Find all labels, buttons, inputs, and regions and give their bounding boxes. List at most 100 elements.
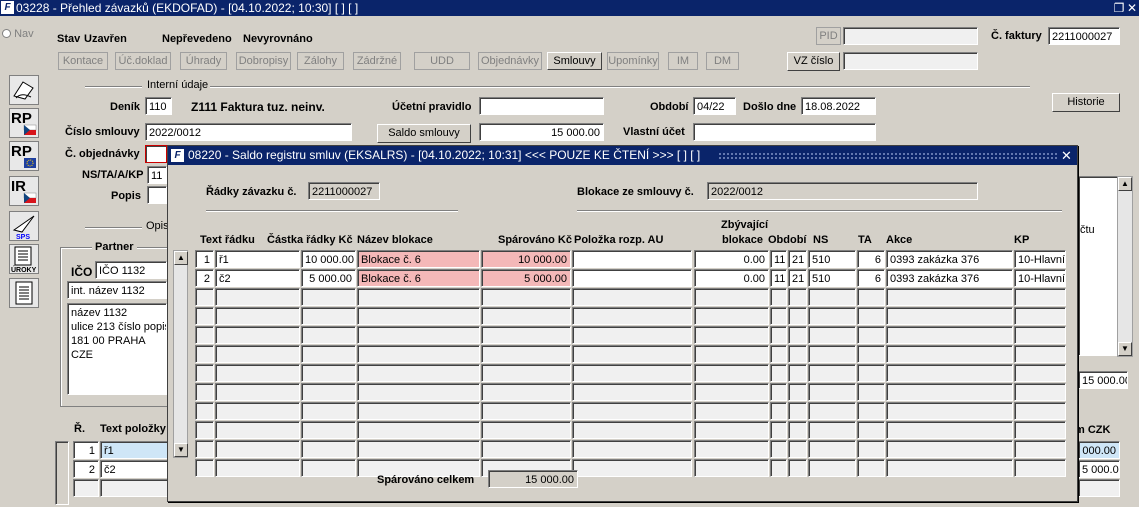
cell-castka[interactable]	[301, 307, 356, 325]
cell-obdobi-year[interactable]	[788, 345, 807, 363]
pid-field[interactable]	[843, 27, 978, 45]
rp-cz-icon[interactable]: RP	[9, 108, 39, 138]
cell-zbyvajici[interactable]	[694, 402, 769, 420]
cell-obdobi-month[interactable]	[770, 402, 787, 420]
cell-zbyvajici[interactable]: 0.00	[694, 269, 769, 287]
cell-ta[interactable]	[857, 364, 885, 382]
cell-obdobi-year[interactable]	[788, 307, 807, 325]
saldo-smlouvy-button[interactable]: Saldo smlouvy	[377, 124, 471, 143]
cell-nazev[interactable]	[357, 307, 480, 325]
cell-nazev[interactable]	[357, 326, 480, 344]
row-number[interactable]	[195, 288, 214, 306]
tab-smlouvy[interactable]: Smlouvy	[547, 52, 602, 70]
cell-text[interactable]: ř1	[215, 250, 300, 268]
cell-polozka[interactable]	[572, 421, 692, 439]
tab-z-lohy[interactable]: Zálohy	[297, 52, 344, 70]
sign-icon[interactable]	[9, 75, 39, 105]
right-amount-field[interactable]: 15 000.00	[1078, 371, 1128, 389]
radky-field[interactable]: 2211000027	[308, 182, 380, 200]
cell-ns[interactable]	[808, 288, 856, 306]
cell-obdobi-month[interactable]	[770, 421, 787, 439]
cell-obdobi-month[interactable]	[770, 326, 787, 344]
cell-kp[interactable]	[1014, 345, 1066, 363]
tab-im[interactable]: IM	[668, 52, 698, 70]
cell-ns[interactable]	[808, 345, 856, 363]
tab--hrady[interactable]: Úhrady	[180, 52, 227, 70]
cell-polozka[interactable]	[572, 326, 692, 344]
cell-castka[interactable]	[301, 345, 356, 363]
scroll-up-icon[interactable]: ▲	[1118, 177, 1132, 191]
cell-text[interactable]	[215, 383, 300, 401]
cell-ns[interactable]	[808, 459, 856, 477]
right-row-amount[interactable]: 000.00	[1078, 441, 1120, 459]
tab-upom-nky[interactable]: Upomínky	[607, 52, 659, 70]
cell-obdobi-year[interactable]	[788, 421, 807, 439]
cell-zbyvajici[interactable]	[694, 459, 769, 477]
cell-sparovano[interactable]	[481, 364, 571, 382]
vlastni-ucet-field[interactable]	[693, 123, 876, 141]
cell-akce[interactable]	[886, 459, 1013, 477]
sps-icon[interactable]: SPS	[9, 211, 39, 241]
grid-scrollbar[interactable]: ▲ ▼	[173, 250, 188, 458]
cell-ns[interactable]	[808, 326, 856, 344]
cislo-smlouvy-field[interactable]: 2022/0012	[145, 123, 352, 141]
cell-polozka[interactable]	[572, 288, 692, 306]
cell-obdobi-year[interactable]	[788, 326, 807, 344]
scroll-down-icon[interactable]: ▼	[174, 443, 188, 457]
cell-text[interactable]	[215, 345, 300, 363]
cell-obdobi-year[interactable]	[788, 402, 807, 420]
cell-akce[interactable]	[886, 307, 1013, 325]
objednavky-field[interactable]	[145, 145, 167, 163]
cell-ta[interactable]	[857, 421, 885, 439]
cell-zbyvajici[interactable]	[694, 421, 769, 439]
cell-akce[interactable]: 0393 zakázka 376	[886, 269, 1013, 287]
cell-obdobi-year[interactable]: 21	[788, 250, 807, 268]
tab-kontace[interactable]: Kontace	[58, 52, 108, 70]
cell-ns[interactable]: 510	[808, 269, 856, 287]
cell-ta[interactable]: 6	[857, 269, 885, 287]
cell-ta[interactable]	[857, 288, 885, 306]
right-text-area[interactable]	[1078, 176, 1118, 356]
document-icon[interactable]	[9, 278, 39, 308]
nav-toggle[interactable]: Nav	[2, 28, 34, 40]
scroll-up-icon[interactable]: ▲	[174, 251, 188, 265]
cell-ns[interactable]: 510	[808, 250, 856, 268]
cell-polozka[interactable]	[572, 307, 692, 325]
cell-obdobi-year[interactable]	[788, 383, 807, 401]
row-number[interactable]	[195, 345, 214, 363]
rp-eu-icon[interactable]: RP	[9, 141, 39, 171]
cell-polozka[interactable]	[572, 402, 692, 420]
close-icon[interactable]: ✕	[1126, 0, 1138, 16]
cell-castka[interactable]: 10 000.00	[301, 250, 356, 268]
cell-obdobi-year[interactable]: 21	[788, 269, 807, 287]
cell-polozka[interactable]	[572, 269, 692, 287]
faktura-field[interactable]: 2211000027	[1048, 27, 1120, 45]
cell-ns[interactable]	[808, 402, 856, 420]
total-field[interactable]: 15 000.00	[488, 470, 578, 488]
cell-akce[interactable]	[886, 288, 1013, 306]
cell-akce[interactable]	[886, 345, 1013, 363]
cell-obdobi-month[interactable]: 11	[770, 269, 787, 287]
popis-field[interactable]	[147, 186, 167, 204]
cell-kp[interactable]	[1014, 402, 1066, 420]
cell-ns[interactable]	[808, 307, 856, 325]
cell-ta[interactable]	[857, 440, 885, 458]
cell-kp[interactable]	[1014, 440, 1066, 458]
right-scrollbar[interactable]: ▲ ▼	[1117, 176, 1133, 357]
cell-text[interactable]	[215, 326, 300, 344]
cell-kp[interactable]	[1014, 383, 1066, 401]
cell-text[interactable]	[215, 440, 300, 458]
cell-nazev[interactable]	[357, 364, 480, 382]
cell-text[interactable]	[215, 364, 300, 382]
row-number[interactable]: 1	[195, 250, 214, 268]
tab--doklad[interactable]: Úč.doklad	[115, 52, 171, 70]
cell-polozka[interactable]	[572, 345, 692, 363]
ir-cz-icon[interactable]: IR	[9, 176, 39, 206]
restore-icon[interactable]: ❐	[1113, 0, 1125, 16]
cell-ta[interactable]	[857, 459, 885, 477]
cell-nazev[interactable]	[357, 402, 480, 420]
cell-nazev[interactable]	[357, 383, 480, 401]
cell-nazev[interactable]	[357, 288, 480, 306]
cell-sparovano[interactable]	[481, 307, 571, 325]
cell-zbyvajici[interactable]	[694, 345, 769, 363]
